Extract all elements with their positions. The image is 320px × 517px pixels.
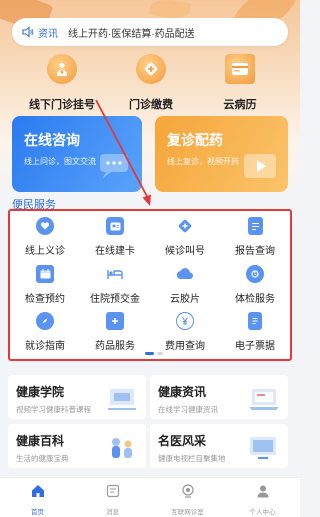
tab-messages[interactable]: 消息 xyxy=(75,478,150,517)
camera-icon xyxy=(181,484,194,498)
service-e-receipt[interactable]: 电子票据 xyxy=(220,312,290,352)
compass-icon xyxy=(36,312,54,330)
play-video-icon xyxy=(244,154,276,178)
classroom-illustration-icon xyxy=(108,389,136,410)
quick-action-label: 线下门诊挂号 xyxy=(29,99,95,111)
service-label: 在线建卡 xyxy=(95,246,135,257)
speaker-icon xyxy=(22,26,34,38)
service-label: 住院预交金 xyxy=(90,294,140,305)
service-medicine[interactable]: 药品服务 xyxy=(80,312,150,352)
page-dot-active xyxy=(145,352,154,355)
service-label: 报告查询 xyxy=(235,246,275,257)
user-icon xyxy=(257,485,268,498)
tab-label: 首页 xyxy=(31,509,44,516)
service-fee-query[interactable]: 费用查询 xyxy=(150,312,220,352)
card-title: 复诊配药 xyxy=(167,132,223,148)
medicine-icon xyxy=(106,312,124,330)
heart-icon xyxy=(36,217,54,235)
service-label: 候诊叫号 xyxy=(165,246,205,257)
id-card-icon xyxy=(106,217,124,235)
info-card-health-news[interactable]: 健康资讯 在线学习健康资讯 xyxy=(150,375,288,419)
tab-online-clinic[interactable]: 互联网诊室 xyxy=(150,478,225,517)
service-queue-call[interactable]: 候诊叫号 xyxy=(150,217,220,257)
refill-prescription-card[interactable]: 复诊配药 线上复诊，视频开药 xyxy=(155,116,288,192)
tab-label: 互联网诊室 xyxy=(171,509,204,516)
service-visit-guide[interactable]: 就诊指南 xyxy=(10,312,80,352)
quick-action-outpatient-payment[interactable]: 门诊缴费 xyxy=(111,54,191,112)
card-title: 在线咨询 xyxy=(24,132,80,148)
online-consult-card[interactable]: 在线咨询 线上问诊，图文交流 xyxy=(12,116,142,192)
service-label: 云胶片 xyxy=(170,294,200,305)
notice-bar[interactable]: 资讯 线上开药·医保结算·药品配送 xyxy=(12,18,288,46)
service-label: 体检服务 xyxy=(235,294,275,305)
service-label: 电子票据 xyxy=(235,341,275,352)
service-label: 就诊指南 xyxy=(25,341,65,352)
service-physical-checkup[interactable]: 体检服务 xyxy=(220,265,290,305)
tab-label: 消息 xyxy=(106,509,119,516)
tab-home[interactable]: 首页 xyxy=(0,478,75,517)
notice-message: 线上开药·医保结算·药品配送 xyxy=(68,28,195,40)
chat-bubble-icon xyxy=(100,154,128,179)
film-icon xyxy=(176,265,194,283)
bottom-tab-bar: 首页 消息 互联网诊室 个人中心 xyxy=(0,477,300,517)
service-online-free-clinic[interactable]: 线上义诊 xyxy=(10,217,80,257)
services-grid: 线上义诊 在线建卡 候诊叫号 报告查询 检查预约 住院预交金 云胶片 体检服务 … xyxy=(8,209,292,361)
doctor-icon xyxy=(47,54,77,84)
tv-illustration-icon xyxy=(250,437,276,459)
plus-badge-icon xyxy=(136,54,166,84)
service-label: 费用查询 xyxy=(165,341,205,352)
service-online-card[interactable]: 在线建卡 xyxy=(80,217,150,257)
page-dot xyxy=(157,352,163,355)
message-icon xyxy=(106,484,119,498)
info-card-health-encyclopedia[interactable]: 健康百科 生活的健康宝典 xyxy=(8,424,146,468)
page-indicator xyxy=(145,352,163,355)
service-report-query[interactable]: 报告查询 xyxy=(220,217,290,257)
bed-icon xyxy=(106,265,124,283)
tab-profile[interactable]: 个人中心 xyxy=(225,478,300,517)
service-exam-booking[interactable]: 检查预约 xyxy=(10,265,80,305)
quick-actions: 线下门诊挂号 门诊缴费 云病历 xyxy=(0,54,300,112)
people-illustration-icon xyxy=(112,438,132,458)
home-icon xyxy=(31,485,44,497)
info-card-health-academy[interactable]: 健康学院 视频学习健康科普课程 xyxy=(8,375,146,419)
quick-action-label: 云病历 xyxy=(223,99,257,111)
service-cloud-film[interactable]: 云胶片 xyxy=(150,265,220,305)
notice-tag: 资讯 xyxy=(38,28,58,40)
checkup-icon xyxy=(246,265,264,283)
service-label: 线上义诊 xyxy=(25,246,65,257)
diamond-plus-icon xyxy=(176,217,194,235)
card-icon xyxy=(225,54,255,84)
service-label: 检查预约 xyxy=(25,294,65,305)
quick-action-cloud-records[interactable]: 云病历 xyxy=(200,54,280,112)
quick-action-label: 门诊缴费 xyxy=(129,99,173,111)
report-icon xyxy=(247,217,263,235)
info-card-famous-doctors[interactable]: 名医风采 健康电视栏目聚集地 xyxy=(150,424,288,468)
receipt-icon xyxy=(248,312,262,330)
service-inpatient-deposit[interactable]: 住院预交金 xyxy=(80,265,150,305)
service-label: 药品服务 xyxy=(95,341,135,352)
tab-label: 个人中心 xyxy=(249,509,276,516)
yuan-icon xyxy=(176,312,194,330)
calendar-icon xyxy=(36,265,54,283)
laptop-illustration-icon xyxy=(249,389,279,410)
quick-action-outpatient-registration[interactable]: 线下门诊挂号 xyxy=(22,54,102,112)
